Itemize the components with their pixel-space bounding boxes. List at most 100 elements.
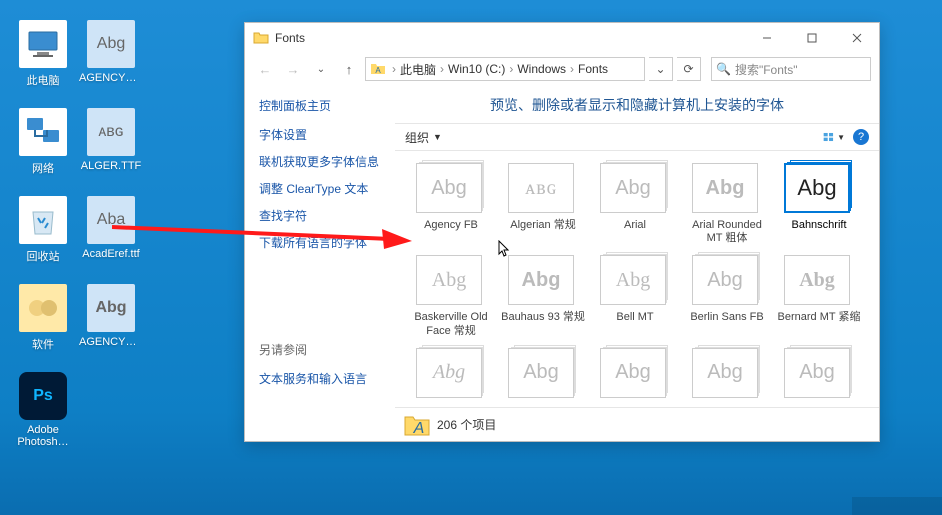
nav-back-button[interactable]: ← [253,57,277,81]
font-preview: Abg [600,348,670,398]
nav-forward-button[interactable]: → [281,57,305,81]
font-name: Agency FB [424,219,478,232]
font-item[interactable]: Abg [497,346,589,406]
desktop-icon-label: 网络 [32,160,54,176]
font-preview: Abg [416,163,486,213]
fonts-folder-icon: A [370,61,386,77]
sidebar: 控制面板主页 字体设置 联机获取更多字体信息 调整 ClearType 文本 查… [245,85,395,441]
font-name: Bauhaus 93 常规 [501,311,585,324]
folder-icon [253,30,269,46]
font-file-icon: Abg [87,20,135,68]
font-name: Arial [624,219,646,232]
page-title: 预览、删除或者显示和隐藏计算机上安装的字体 [395,85,879,123]
address-bar: ← → ⌄ ↑ A › 此电脑 › Win10 (C:) › Windows ›… [245,53,879,85]
font-preview: Abg [784,255,854,305]
sidebar-link-charmap[interactable]: 查找字符 [259,207,381,224]
breadcrumb-segment[interactable]: Fonts [578,62,608,76]
breadcrumb-segment[interactable]: Windows [517,62,566,76]
status-bar: A 206 个项目 [395,407,879,441]
font-item[interactable]: Abg Bernard MT 紧缩 [773,253,865,339]
search-placeholder: 搜索"Fonts" [735,61,798,78]
close-button[interactable] [834,23,879,53]
font-name: Bell MT [616,311,653,324]
font-item[interactable]: AbgBerlin Sans FB [681,253,773,339]
font-item[interactable]: Abg [681,346,773,406]
desktop-icon-recycle[interactable]: 回收站 [14,196,72,264]
font-item[interactable]: Abg [405,346,497,406]
status-text: 206 个项目 [437,416,496,433]
font-preview: Abg [784,348,854,398]
font-item[interactable]: AbgBaskerville Old Face 常规 [405,253,497,339]
breadcrumb-dropdown[interactable]: ⌄ [649,57,673,81]
font-preview: Abg [692,163,762,213]
desktop-icon-this-pc[interactable]: 此电脑 [14,20,72,88]
desktop-icon-software[interactable]: 软件 [14,284,72,352]
font-grid: AbgAgency FBᴀʙɢAlgerian 常规AbgArialAbgAri… [395,151,879,407]
window-title: Fonts [275,31,744,45]
desktop-icon-font-agencyb[interactable]: Abg AGENCYB… [82,284,140,348]
main-panel: 预览、删除或者显示和隐藏计算机上安装的字体 组织 ▼ ▼ ? Abg Agency… [395,85,879,441]
breadcrumb[interactable]: A › 此电脑 › Win10 (C:) › Windows › Fonts [365,57,645,81]
organize-button[interactable]: 组织 ▼ [405,129,442,146]
font-item[interactable]: Abg Bahnschrift [773,161,865,247]
sidebar-link-text-services[interactable]: 文本服务和输入语言 [259,370,367,387]
chevron-down-icon: ▼ [433,132,442,142]
titlebar[interactable]: Fonts [245,23,879,53]
font-preview: Abg [508,348,578,398]
svg-text:A: A [413,420,425,437]
font-item[interactable]: Abg [773,346,865,406]
search-box[interactable]: 🔍 搜索"Fonts" [711,57,871,81]
sidebar-see-also-title: 另请参阅 [259,341,367,358]
font-item[interactable]: Abg Bell MT [589,253,681,339]
sidebar-link-online-fonts[interactable]: 联机获取更多字体信息 [259,153,381,170]
folder-icon [19,284,67,332]
view-options-button[interactable]: ▼ [823,128,845,146]
maximize-button[interactable] [789,23,834,53]
nav-up-button[interactable]: ↑ [337,57,361,81]
ps-icon: Ps [19,372,67,420]
font-preview: Abg [784,163,854,213]
desktop-icon-font-acaderef[interactable]: Aba AcadEref.ttf [82,196,140,260]
font-item[interactable]: ᴀʙɢAlgerian 常规 [497,161,589,247]
help-button[interactable]: ? [853,129,869,145]
desktop-icon-label: Adobe Photosh… [14,424,72,448]
sidebar-link-font-settings[interactable]: 字体设置 [259,126,381,143]
font-name: Algerian 常规 [510,219,575,232]
font-file-icon: Abg [87,284,135,332]
nav-recent-button[interactable]: ⌄ [309,57,333,81]
font-item[interactable]: Abg Agency FB [405,161,497,247]
font-name: Baskerville Old Face 常规 [407,311,495,337]
font-item[interactable]: AbgBauhaus 93 常规 [497,253,589,339]
font-item[interactable]: Abg [589,346,681,406]
desktop-icon-font-alger[interactable]: ᴀʙɢ ALGER.TTF [82,108,140,172]
font-name: Bahnschrift [791,219,846,232]
window-buttons [744,23,879,53]
font-item[interactable]: Abg Arial Rounded MT 粗体 [681,161,773,247]
desktop-icon-label: AGENCYB… [79,336,143,348]
breadcrumb-segment[interactable]: Win10 (C:) [448,62,505,76]
chevron-down-icon: ▼ [837,133,845,142]
font-preview: Abg [692,348,762,398]
font-name: Bernard MT 紧缩 [778,311,861,324]
desktop-icon-label: 软件 [32,336,54,352]
font-name: Arial Rounded MT 粗体 [683,219,771,245]
desktop-icon-label: 此电脑 [27,72,60,88]
desktop-icon-label: ALGER.TTF [81,160,142,172]
fonts-window: Fonts ← → ⌄ ↑ A › 此电脑 › Win10 (C:) › Win… [244,22,880,442]
taskbar[interactable] [852,497,942,515]
desktop-icon-network[interactable]: 网络 [14,108,72,176]
font-preview: Abg [692,255,762,305]
font-item[interactable]: AbgArial [589,161,681,247]
font-preview: Abg [600,255,670,305]
desktop-icon-font-agencyr[interactable]: Abg AGENCYR… [82,20,140,84]
sidebar-link-cleartype[interactable]: 调整 ClearType 文本 [259,180,381,197]
toolbar: 组织 ▼ ▼ ? [395,123,879,151]
desktop-icon-label: AGENCYR… [79,72,143,84]
refresh-button[interactable]: ⟳ [677,57,701,81]
minimize-button[interactable] [744,23,789,53]
desktop-icon-photoshop[interactable]: Ps Adobe Photosh… [14,372,72,448]
font-file-icon: ᴀʙɢ [87,108,135,156]
network-icon [19,108,67,156]
breadcrumb-segment[interactable]: 此电脑 [400,61,436,78]
sidebar-link-download-all[interactable]: 下载所有语言的字体 [259,234,381,251]
